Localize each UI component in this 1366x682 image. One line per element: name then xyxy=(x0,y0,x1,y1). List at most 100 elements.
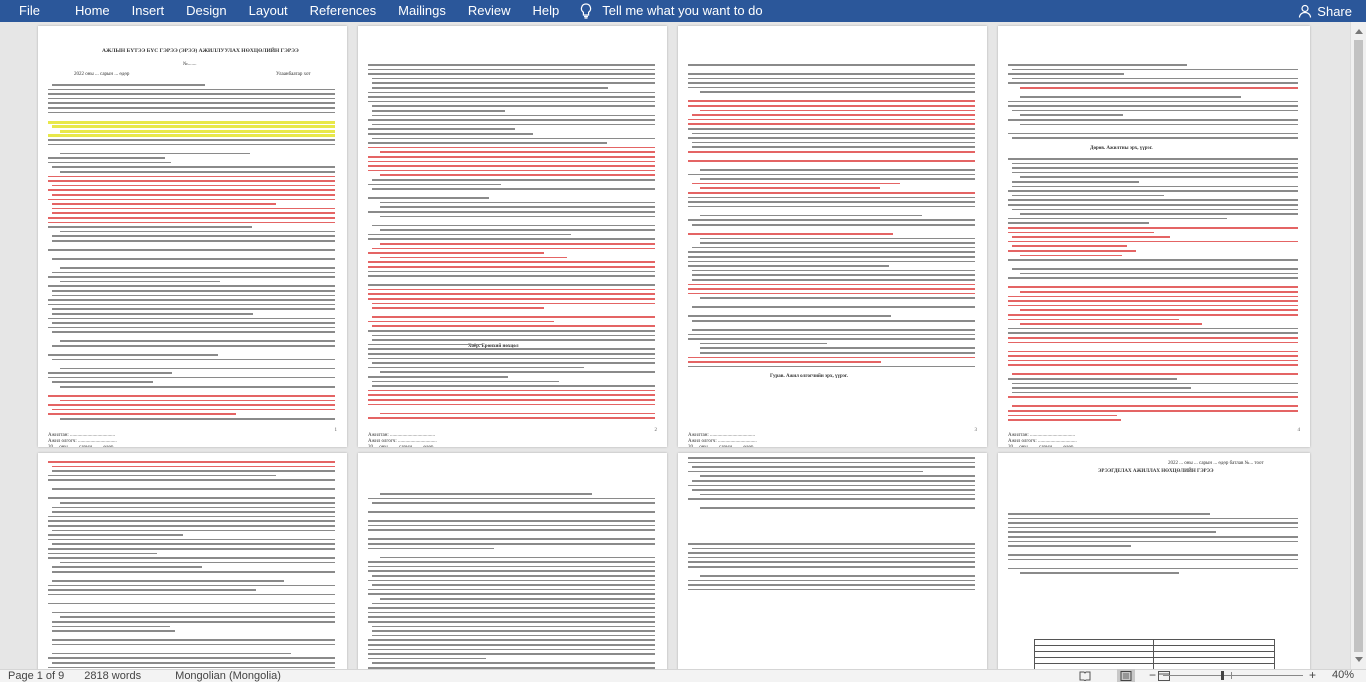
text-line xyxy=(688,137,975,139)
vertical-scrollbar[interactable] xyxy=(1350,22,1366,669)
tab-mailings[interactable]: Mailings xyxy=(387,0,457,22)
print-layout-button[interactable] xyxy=(1117,669,1135,682)
document-page-7[interactable] xyxy=(678,453,987,669)
text-line xyxy=(368,169,655,172)
scrollbar-thumb[interactable] xyxy=(1354,40,1363,652)
text-line xyxy=(1008,158,1298,160)
document-page-3[interactable]: Гурав. Ажил олгогчийн эрх, үүрэг. 3 Ажил… xyxy=(678,26,987,447)
document-page-5[interactable] xyxy=(38,453,347,669)
text-line xyxy=(368,611,655,614)
text-line xyxy=(380,215,655,218)
text-line xyxy=(52,240,335,242)
text-line xyxy=(1012,391,1298,394)
text-line xyxy=(688,361,882,363)
text-line xyxy=(368,653,655,655)
table-row-border xyxy=(1034,663,1274,664)
text-line xyxy=(372,77,655,80)
text-line xyxy=(688,100,975,102)
text-line xyxy=(700,178,975,180)
text-line xyxy=(688,579,975,582)
text-line xyxy=(688,160,975,162)
text-line xyxy=(1008,314,1298,316)
text-line xyxy=(372,247,655,250)
document-page-2[interactable]: Хоёр. Ерөнхий нөхцөл 2 Ажилтан: ........… xyxy=(358,26,667,447)
text-line xyxy=(1012,268,1298,270)
zoom-in-button[interactable]: + xyxy=(1309,669,1316,681)
zoom-knob[interactable] xyxy=(1221,671,1224,680)
text-line xyxy=(380,598,655,600)
document-page-8[interactable]: 2022 ... оны ... сарын ... өдөр батлав №… xyxy=(998,453,1310,669)
language-indicator[interactable]: Mongolian (Mongolia) xyxy=(175,670,281,682)
document-canvas[interactable]: АЖЛЫН БҮТЭЭ БҮС ГЭРЭЭ (ЭРЭЭ) АЖИЛЛУУЛАХ … xyxy=(0,22,1350,669)
tab-file[interactable]: File xyxy=(0,0,64,22)
page-footer-line: Ажил олгогч: ...........................… xyxy=(368,439,437,444)
zoom-level[interactable]: 40% xyxy=(1332,669,1354,682)
text-line xyxy=(52,207,335,210)
text-line xyxy=(372,224,655,227)
text-line xyxy=(1012,137,1298,139)
text-line xyxy=(1012,208,1298,211)
text-line xyxy=(380,493,593,495)
text-line xyxy=(372,307,544,309)
text-line xyxy=(688,192,975,194)
text-line xyxy=(368,644,655,646)
tab-review[interactable]: Review xyxy=(457,0,522,22)
word-count[interactable]: 2818 words xyxy=(84,670,141,682)
text-line xyxy=(48,249,335,251)
table-row-border xyxy=(1034,651,1274,652)
share-button[interactable]: Share xyxy=(1298,0,1352,22)
text-line xyxy=(380,256,568,259)
text-line xyxy=(368,417,655,419)
text-line xyxy=(688,219,975,221)
text-line xyxy=(368,160,655,163)
zoom-slider[interactable]: − + xyxy=(1149,669,1329,682)
text-line xyxy=(60,340,335,342)
tab-home[interactable]: Home xyxy=(64,0,121,22)
zoom-out-button[interactable]: − xyxy=(1149,669,1156,681)
tab-help[interactable]: Help xyxy=(521,0,570,22)
text-line xyxy=(1012,382,1298,385)
text-line xyxy=(52,235,335,237)
text-line xyxy=(1012,181,1140,183)
text-line xyxy=(368,389,655,392)
text-line xyxy=(692,466,975,468)
text-line xyxy=(372,634,655,637)
text-line xyxy=(1008,222,1150,224)
zoom-track[interactable] xyxy=(1163,675,1303,676)
read-mode-button[interactable] xyxy=(1077,669,1093,682)
text-line xyxy=(1020,272,1298,275)
document-page-1[interactable]: АЖЛЫН БҮТЭЭ БҮС ГЭРЭЭ (ЭРЭЭ) АЖИЛЛУУЛАХ … xyxy=(38,26,347,447)
text-line xyxy=(688,292,975,295)
text-line xyxy=(1008,204,1298,206)
text-line xyxy=(380,174,655,176)
text-line xyxy=(1008,318,1179,321)
tell-me-box[interactable]: Tell me what you want to do xyxy=(570,0,773,22)
text-line xyxy=(48,589,256,591)
text-line xyxy=(692,306,975,308)
text-line xyxy=(692,269,975,272)
text-line xyxy=(1008,567,1298,570)
text-line xyxy=(48,534,183,536)
text-line xyxy=(688,333,975,336)
tab-insert[interactable]: Insert xyxy=(121,0,176,22)
tab-layout[interactable]: Layout xyxy=(238,0,299,22)
table-col-border xyxy=(1153,639,1154,669)
tab-references[interactable]: References xyxy=(299,0,387,22)
text-line xyxy=(368,348,655,350)
text-line xyxy=(688,288,975,290)
scroll-up-arrow-icon[interactable] xyxy=(1355,29,1363,34)
text-line xyxy=(692,146,975,148)
text-line xyxy=(700,109,975,112)
text-line xyxy=(48,157,166,159)
scroll-down-arrow-icon[interactable] xyxy=(1355,657,1363,662)
text-line xyxy=(48,552,157,555)
tab-design[interactable]: Design xyxy=(175,0,237,22)
text-line xyxy=(368,320,555,323)
document-page-4[interactable]: Дөрөв. Ажилтны эрх, үүрэг. 4 Ажилтан: ..… xyxy=(998,26,1310,447)
text-line xyxy=(1008,364,1298,366)
text-line xyxy=(48,372,172,374)
page-count[interactable]: Page 1 of 9 xyxy=(8,670,64,682)
text-line xyxy=(52,203,277,205)
text-line xyxy=(52,331,335,333)
document-page-6[interactable] xyxy=(358,453,667,669)
